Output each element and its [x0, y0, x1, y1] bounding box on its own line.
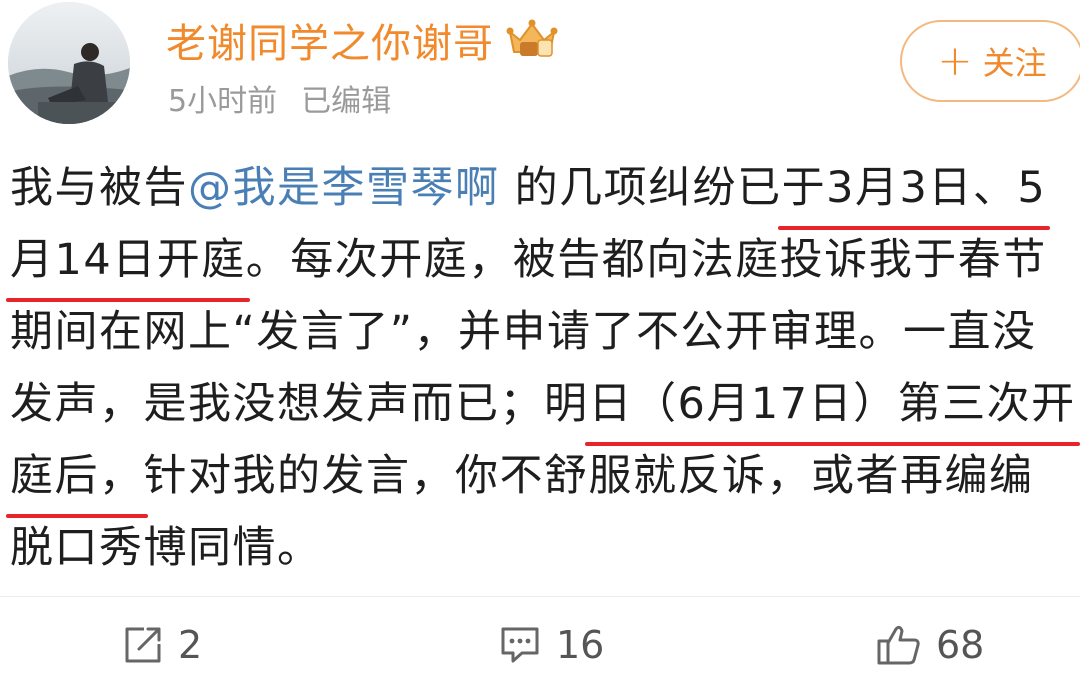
text-segment: 针对我的发言，你不舒服就反诉，或者再编编: [143, 451, 1034, 501]
comment-icon: [501, 627, 539, 663]
underlined-text: 日（6月17日）第三次开: [584, 368, 1080, 446]
share-button[interactable]: 2: [122, 615, 202, 675]
post-meta: 5小时前 已编辑: [168, 76, 391, 120]
underlined-text: 月14日开庭: [6, 224, 250, 302]
post-time: 5小时前: [168, 84, 278, 119]
thumbs-up-icon: [877, 625, 920, 665]
content-line: 脱口秀博同情。: [10, 512, 1078, 584]
like-button[interactable]: 68: [876, 615, 984, 675]
text-segment: 的几项纠纷已: [499, 163, 782, 213]
content-line: 我与被告@我是李雪琴啊 的几项纠纷已于3月3日、5: [10, 152, 1078, 230]
avatar-photo: [8, 2, 130, 124]
text-segment: 期间在网上“发言了”，并申请了不公开审理。一直没: [10, 307, 1037, 357]
text-segment: 发声，是我没想发声而已；明: [10, 379, 589, 429]
underlined-text: 庭后，: [6, 440, 147, 518]
share-icon: [125, 627, 161, 663]
comment-button[interactable]: 16: [498, 615, 604, 675]
content-line: 发声，是我没想发声而已；明日（6月17日）第三次开: [10, 368, 1080, 446]
content-line: 期间在网上“发言了”，并申请了不公开审理。一直没: [10, 296, 1078, 368]
text-segment: 我与被告: [10, 163, 188, 213]
divider: [0, 596, 1080, 597]
share-count: 2: [178, 623, 203, 667]
avatar[interactable]: [8, 2, 130, 124]
username[interactable]: 老谢同学之你谢哥: [166, 11, 494, 69]
text-segment: 脱口秀博同情。: [10, 523, 322, 573]
content-line: 月14日开庭。每次开庭，被告都向法庭投诉我于春节: [6, 224, 1078, 302]
follow-label: 关注: [982, 44, 1047, 82]
follow-button[interactable]: + 关注: [900, 20, 1080, 102]
action-bar: 2 16 68: [0, 615, 1080, 675]
like-count: 68: [936, 623, 985, 667]
post-content: 我与被告@我是李雪琴啊 的几项纠纷已于3月3日、5 月14日开庭。每次开庭，被告…: [6, 152, 1080, 584]
comment-count: 16: [556, 623, 605, 667]
edited-label[interactable]: 已编辑: [301, 84, 391, 119]
vip-crown-icon[interactable]: [504, 18, 560, 62]
text-segment: 。每次开庭，被告都向法庭投诉我于春节: [245, 235, 1047, 285]
post-header: 老谢同学之你谢哥 5小时前 已编辑 + 关注: [0, 0, 1080, 140]
mention-link[interactable]: @我是李雪琴啊: [188, 163, 500, 213]
username-row: 老谢同学之你谢哥: [166, 10, 560, 70]
content-line: 庭后，针对我的发言，你不舒服就反诉，或者再编编: [6, 440, 1078, 518]
plus-icon: +: [937, 36, 973, 85]
underlined-text: 于3月3日、5: [777, 152, 1050, 230]
